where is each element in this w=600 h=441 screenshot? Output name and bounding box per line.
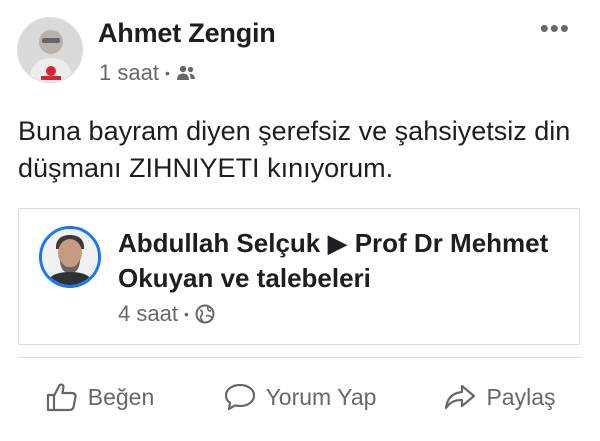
friends-icon <box>176 65 195 80</box>
shared-post-title[interactable]: Abdullah Selçuk ▶ Prof Dr Mehmet Okuyan … <box>118 226 558 296</box>
comment-icon <box>224 383 255 411</box>
share-icon <box>445 384 476 410</box>
shared-post-time[interactable]: 4 saat <box>118 301 178 327</box>
like-button[interactable]: Beğen <box>0 364 200 430</box>
post-header: Ahmet Zengin 1 saat • ••• <box>0 0 600 100</box>
post-time[interactable]: 1 saat <box>99 60 159 86</box>
meta-separator: • <box>164 65 170 81</box>
comment-label: Yorum Yap <box>265 383 377 410</box>
share-button[interactable]: Paylaş <box>400 364 600 430</box>
author-avatar[interactable] <box>17 17 83 83</box>
shared-post-meta: 4 saat • <box>118 301 215 327</box>
author-name[interactable]: Ahmet Zengin <box>98 18 276 49</box>
actions-divider <box>18 357 582 358</box>
like-label: Beğen <box>87 383 155 410</box>
share-label: Paylaş <box>486 383 556 410</box>
shared-author-avatar[interactable] <box>39 226 101 288</box>
post-meta: 1 saat • <box>99 60 196 86</box>
author-avatar-image <box>18 18 82 82</box>
comment-button[interactable]: Yorum Yap <box>200 364 400 430</box>
globe-icon <box>195 304 215 324</box>
post-actions: Beğen Yorum Yap Paylaş <box>0 364 600 430</box>
more-options-icon[interactable]: ••• <box>540 15 570 41</box>
thumbs-up-icon <box>46 383 77 412</box>
shared-post-card[interactable]: Abdullah Selçuk ▶ Prof Dr Mehmet Okuyan … <box>18 208 580 345</box>
post-text: Buna bayram diyen şerefsiz ve şahsiyetsi… <box>18 116 571 183</box>
shared-avatar-image <box>42 229 98 285</box>
meta-separator: • <box>183 306 189 322</box>
